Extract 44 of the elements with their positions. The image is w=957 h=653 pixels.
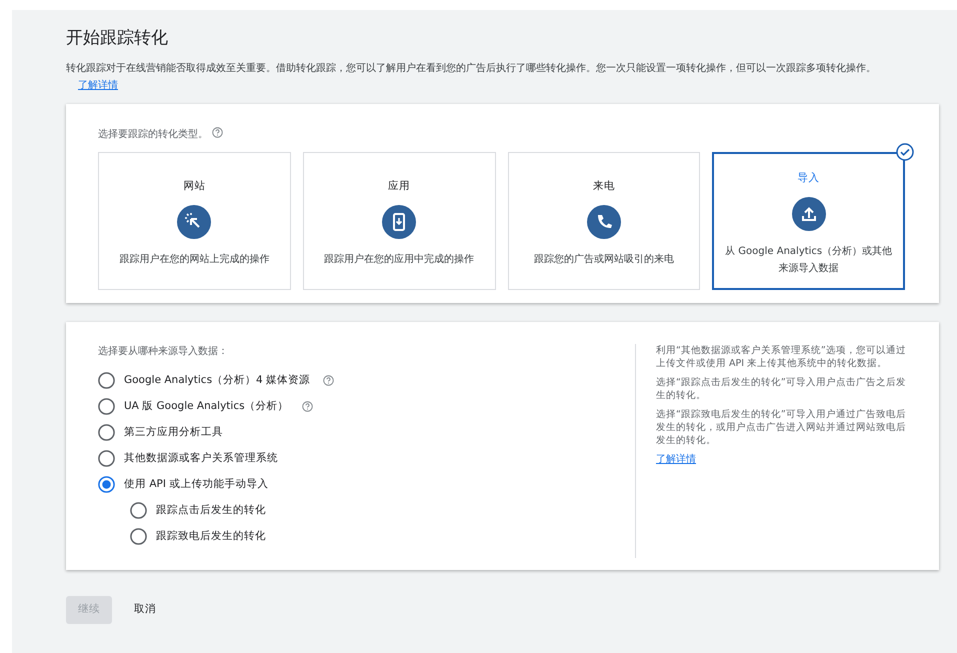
option-label: 跟踪点击后发生的转化 — [156, 502, 266, 518]
radio-button[interactable] — [98, 424, 115, 441]
conversion-type-option[interactable]: 应用 跟踪用户在您的应用中完成的操作 — [302, 152, 496, 290]
section-label: 选择要跟踪的转化类型。 — [98, 129, 208, 140]
option-label: Google Analytics（分析）4 媒体资源 — [124, 372, 310, 388]
option-title: 网站 — [183, 179, 206, 194]
radio-button[interactable] — [98, 398, 115, 415]
radio-button[interactable] — [98, 476, 115, 493]
phone-download-icon — [382, 205, 416, 240]
conversion-type-option[interactable]: 来电 跟踪您的广告或网站吸引的来电 — [508, 152, 700, 290]
help-text: 利用“其他数据源或客户关系管理系统”选项，您可以通过上传文件或使用 API 来上传其他系统中的转化数据。 — [656, 344, 907, 370]
conversion-type-option[interactable]: 导入 从 Google Analytics（分析）或其他来源导入数据 — [712, 152, 905, 290]
option-label: 其他数据源或客户关系管理系统 — [124, 450, 278, 466]
option-description: 跟踪您的广告或网站吸引的来电 — [534, 252, 674, 268]
section-label: 选择要从哪种来源导入数据： — [98, 344, 229, 360]
radio-button[interactable] — [98, 450, 115, 467]
option-title: 来电 — [592, 179, 615, 194]
help-text: 选择“跟踪点击后发生的转化”可导入用户点击广告之后发生的转化。 — [656, 376, 907, 402]
phone-icon — [586, 205, 621, 240]
option-title: 导入 — [798, 171, 820, 186]
cancel-button[interactable]: 取消 — [132, 596, 158, 624]
help-icon[interactable] — [212, 127, 223, 138]
option-label: 第三方应用分析工具 — [124, 424, 223, 440]
upload-icon — [792, 197, 826, 232]
option-title: 应用 — [388, 179, 410, 194]
option-description: 跟踪用户在您的网站上完成的操作 — [119, 252, 270, 268]
option-label: 使用 API 或上传功能手动导入 — [124, 476, 268, 492]
conversion-type-option[interactable]: 网站 跟踪用户在您的网站上完成的操作 — [98, 152, 291, 290]
intro-text: 转化跟踪对于在线营销能否取得成效至关重要。借助转化跟踪，您可以了解用户在看到您的广告后执行了哪些转化操作。您一次只能设置一项转化操作，但可以一次跟踪多项转化操作。 了解详情 — [66, 62, 877, 94]
radio-button[interactable] — [130, 528, 147, 545]
help-icon[interactable] — [323, 374, 334, 386]
radio-button[interactable] — [130, 502, 147, 519]
help-text: 选择“跟踪致电后发生的转化”可导入用户通过广告致电后发生的转化，或用户点击广告进入网站并通过网站致电后发生的转化。 — [656, 408, 907, 448]
page-title: 开始跟踪转化 — [66, 28, 169, 48]
cursor-click-icon — [177, 205, 212, 240]
option-label: 跟踪致电后发生的转化 — [156, 528, 266, 544]
learn-more-link[interactable]: 了解详情 — [656, 454, 696, 466]
check-icon — [896, 143, 914, 162]
option-description: 跟踪用户在您的应用中完成的操作 — [324, 252, 474, 268]
help-icon[interactable] — [302, 400, 313, 412]
learn-more-link[interactable]: 了解详情 — [78, 80, 118, 92]
option-label: UA 版 Google Analytics（分析） — [124, 398, 289, 414]
radio-button[interactable] — [98, 372, 115, 389]
option-description: 从 Google Analytics（分析）或其他来源导入数据 — [724, 244, 894, 276]
